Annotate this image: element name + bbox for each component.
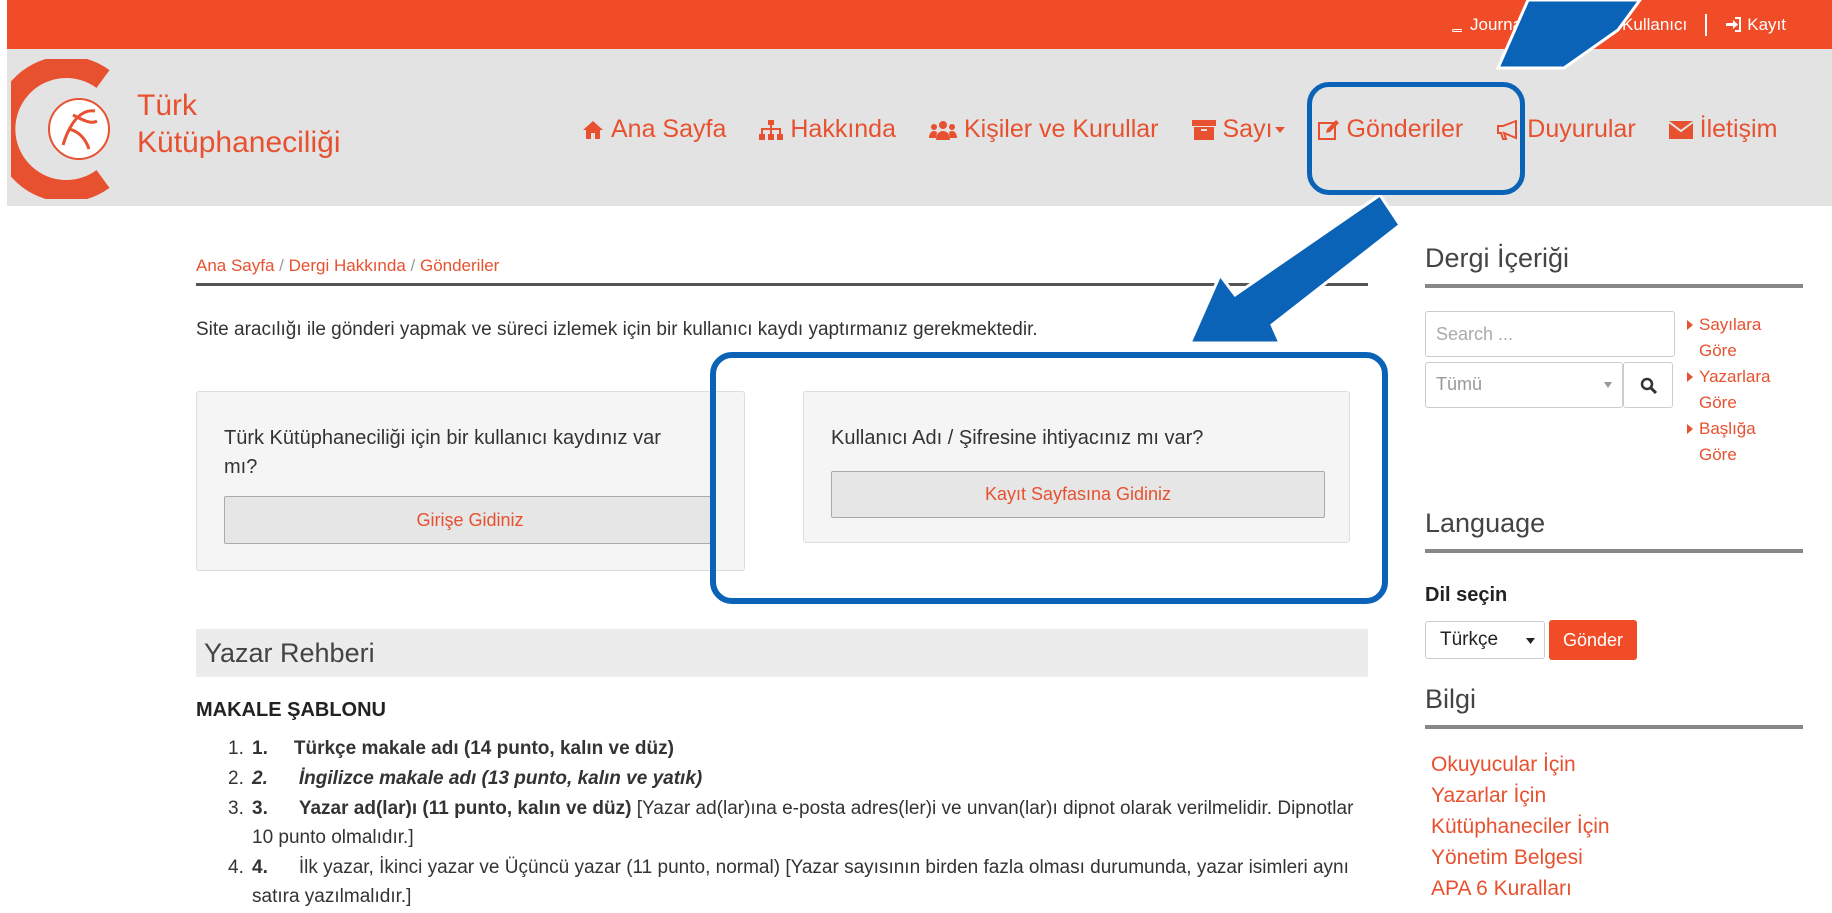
annotation-arrow-down — [1187, 195, 1400, 345]
browse-link-label: Sayılara Göre — [1699, 315, 1762, 360]
guide-list: 1. 1. Türkçe makale adı (14 punto, kalın … — [196, 734, 1368, 912]
caret-down-icon — [1274, 126, 1285, 133]
annotation-highlight-submissions — [1307, 82, 1525, 195]
language-select-value: Türkçe — [1440, 629, 1499, 650]
breadcrumb-current[interactable]: Gönderiler — [420, 256, 499, 275]
nav-people-label: Kişiler ve Kurullar — [963, 115, 1159, 143]
annotation-arrow-top — [1495, 0, 1642, 70]
home-icon — [583, 120, 603, 139]
info-links: Okuyucular İçin Yazarlar İçin Kütüphanec… — [1431, 749, 1610, 904]
journal-logo[interactable] — [11, 59, 141, 199]
sitemap-icon — [759, 119, 784, 140]
breadcrumb-about[interactable]: Dergi Hakkında — [289, 256, 406, 275]
item-number: 4. — [252, 857, 268, 878]
language-label: Dil seçin — [1425, 584, 1508, 606]
nav-contact[interactable]: İletişim — [1668, 115, 1778, 144]
nav-people[interactable]: Kişiler ve Kurullar — [928, 115, 1159, 144]
caret-right-icon — [1687, 320, 1693, 330]
list-item: 1. 1. Türkçe makale adı (14 punto, kalın … — [196, 734, 1368, 763]
browse-link[interactable]: Yazarlara Göre — [1687, 364, 1797, 416]
top-link-register[interactable]: Kayıt — [1707, 15, 1804, 35]
list-item: 2. 2. İngilizce makale adı (13 punto, kal… — [196, 764, 1368, 793]
caret-right-icon — [1687, 372, 1693, 382]
intro-text: Site aracılığı ile gönderi yapmak ve sür… — [196, 319, 1038, 340]
info-link[interactable]: APA 6 Kuralları — [1431, 873, 1610, 904]
list-number: 4. — [228, 857, 244, 878]
language-select[interactable]: Türkçe — [1425, 621, 1545, 659]
search-button[interactable] — [1623, 362, 1673, 408]
item-number: 1. — [252, 738, 268, 759]
journal-content-title: Dergi İçeriği — [1425, 243, 1803, 288]
breadcrumb-separator: / — [405, 256, 420, 275]
item-number: 3. — [252, 798, 268, 819]
item-rest: İlk yazar, İkinci yazar ve Üçüncü yazar … — [252, 857, 1349, 907]
browse-link[interactable]: Sayılara Göre — [1687, 312, 1797, 364]
select-arrow-icon — [1604, 382, 1612, 388]
search-icon — [1640, 377, 1657, 394]
nav-issue[interactable]: Sayı — [1191, 115, 1285, 144]
book-icon — [1452, 18, 1463, 32]
info-title: Bilgi — [1425, 684, 1803, 729]
brand-name[interactable]: Türk Kütüphaneciliği — [137, 87, 340, 161]
author-guide-heading: Yazar Rehberi — [196, 629, 1368, 677]
nav-announcements-label: Duyurular — [1527, 115, 1636, 143]
browse-link-label: Yazarlara Göre — [1699, 367, 1771, 412]
template-heading: MAKALE ŞABLONU — [196, 699, 386, 721]
list-item: 4. 4. İlk yazar, İkinci yazar ve Üçüncü y… — [196, 853, 1368, 911]
list-number: 1. — [228, 738, 244, 759]
browse-links: Sayılara Göre Yazarlara Göre Başlığa Gör… — [1687, 312, 1797, 468]
top-link-register-label: Kayıt — [1747, 14, 1786, 34]
language-title: Language — [1425, 508, 1803, 553]
nav-contact-label: İletişim — [1699, 115, 1778, 143]
browse-link-label: Başlığa Göre — [1699, 419, 1756, 464]
list-number: 2. — [228, 768, 244, 789]
nav-about[interactable]: Hakkında — [759, 115, 896, 144]
browse-link[interactable]: Başlığa Göre — [1687, 416, 1797, 468]
info-link[interactable]: Yazarlar İçin — [1431, 780, 1610, 811]
item-number: 2. — [252, 768, 268, 789]
search-scope-value: Tümü — [1436, 374, 1483, 394]
login-box-text: Türk Kütüphaneciliği için bir kullanıcı … — [224, 427, 661, 478]
brand-line-2: Kütüphaneciliği — [137, 126, 341, 159]
archive-icon — [1191, 119, 1216, 140]
select-arrow-icon — [1526, 638, 1535, 644]
list-item: 3. 3. Yazar ad(lar)ı (11 punto, kalın ve … — [196, 794, 1368, 852]
breadcrumb-separator: / — [274, 256, 289, 275]
login-box: Türk Kütüphaneciliği için bir kullanıcı … — [196, 391, 745, 571]
item-bold: Türkçe makale adı (14 punto, kalın ve dü… — [293, 738, 674, 759]
nav-about-label: Hakkında — [790, 115, 896, 143]
info-link[interactable]: Yönetim Belgesi — [1431, 842, 1610, 873]
nav-home[interactable]: Ana Sayfa — [582, 115, 726, 144]
info-link[interactable]: Okuyucular İçin — [1431, 749, 1610, 780]
search-scope-select[interactable]: Tümü — [1425, 362, 1623, 408]
breadcrumb-home[interactable]: Ana Sayfa — [196, 256, 274, 275]
nav-home-label: Ana Sayfa — [611, 115, 727, 143]
annotation-highlight-register — [710, 352, 1388, 604]
login-button[interactable]: Girişe Gidiniz — [224, 496, 716, 544]
brand-line-1: Türk — [137, 89, 197, 122]
item-bold: Yazar ad(lar)ı (11 punto, kalın ve düz) — [298, 798, 632, 819]
language-submit-button[interactable]: Gönder — [1549, 620, 1637, 660]
info-link[interactable]: Kütüphaneciler İçin — [1431, 811, 1610, 842]
list-number: 3. — [228, 798, 244, 819]
item-bold: İngilizce makale adı (13 punto, kalın ve… — [298, 768, 703, 789]
envelope-icon — [1668, 120, 1693, 139]
search-input[interactable]: Search ... — [1425, 311, 1675, 357]
caret-right-icon — [1687, 424, 1693, 434]
main-nav: Ana Sayfa Hakkında Kişiler ve Kurullar S… — [582, 115, 1810, 144]
sign-in-icon — [1726, 17, 1742, 32]
users-icon — [928, 120, 957, 140]
nav-issue-label: Sayı — [1222, 115, 1273, 143]
